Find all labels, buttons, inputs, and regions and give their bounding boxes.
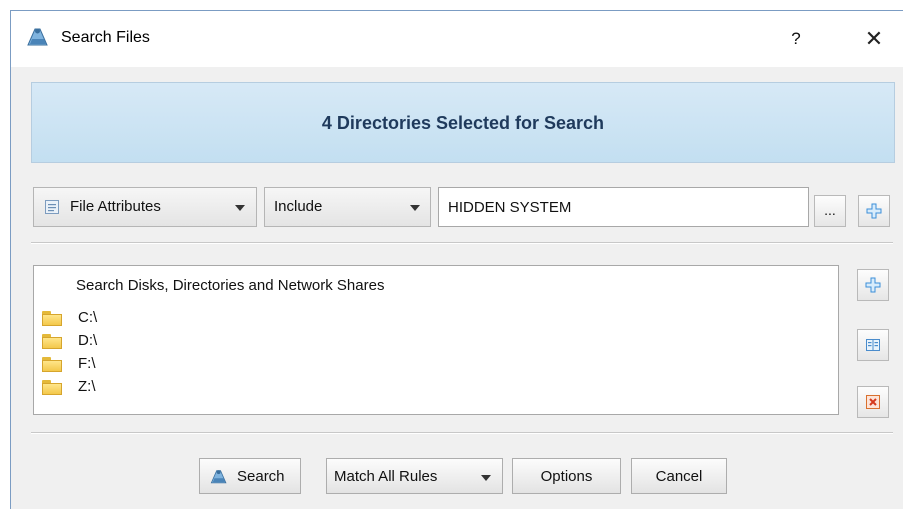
search-files-dialog: Search Files ? ✕ 4 Directories Selected …	[10, 10, 903, 509]
folder-icon	[42, 334, 62, 349]
search-button-label: Search	[237, 468, 285, 485]
file-attributes-icon	[45, 200, 59, 214]
match-rules-label: Match All Rules	[334, 468, 438, 485]
title-bar[interactable]: Search Files ? ✕	[11, 11, 903, 67]
folder-icon	[42, 311, 62, 326]
list-header: Search Disks, Directories and Network Sh…	[76, 277, 385, 294]
help-icon: ?	[791, 29, 801, 48]
app-logo-icon	[27, 28, 48, 46]
list-item[interactable]: C:\	[42, 308, 342, 330]
close-icon: ✕	[864, 26, 884, 51]
list-item[interactable]: D:\	[42, 331, 342, 353]
file-attributes-label: File Attributes	[70, 198, 161, 215]
chevron-down-icon	[235, 205, 245, 211]
delete-icon	[866, 395, 880, 409]
attribute-value-field[interactable]	[439, 188, 808, 226]
list-item[interactable]: Z:\	[42, 377, 342, 399]
add-location-button[interactable]	[857, 269, 889, 301]
edit-locations-button[interactable]	[857, 329, 889, 361]
chevron-down-icon	[481, 475, 491, 481]
window-title: Search Files	[61, 29, 150, 46]
file-attributes-combo[interactable]: File Attributes	[33, 187, 257, 227]
cancel-button[interactable]: Cancel	[631, 458, 727, 494]
plus-icon	[866, 203, 882, 219]
location-label: F:\	[78, 355, 96, 372]
search-button[interactable]: Search	[199, 458, 301, 494]
divider	[31, 432, 893, 434]
list-item[interactable]: F:\	[42, 354, 342, 376]
browse-button[interactable]: ...	[814, 195, 846, 227]
options-button[interactable]: Options	[512, 458, 621, 494]
attribute-value-input[interactable]	[438, 187, 809, 227]
cancel-button-label: Cancel	[655, 468, 703, 485]
location-label: Z:\	[78, 378, 96, 395]
divider	[31, 242, 893, 244]
remove-location-button[interactable]	[857, 386, 889, 418]
folder-icon	[42, 357, 62, 372]
location-label: C:\	[78, 309, 98, 326]
folder-icon	[42, 380, 62, 395]
search-locations-list[interactable]: Search Disks, Directories and Network Sh…	[33, 265, 839, 415]
close-button[interactable]: ✕	[859, 25, 889, 53]
options-button-label: Options	[540, 468, 593, 485]
chevron-down-icon	[410, 205, 420, 211]
include-label: Include	[274, 198, 323, 215]
selection-banner: 4 Directories Selected for Search	[31, 82, 895, 163]
columns-icon	[866, 339, 880, 351]
ellipsis-label: ...	[824, 202, 836, 218]
plus-icon	[865, 277, 881, 293]
search-logo-icon	[210, 470, 227, 484]
add-rule-button[interactable]	[858, 195, 890, 227]
include-combo[interactable]: Include	[264, 187, 431, 227]
location-label: D:\	[78, 332, 98, 349]
help-button[interactable]: ?	[781, 25, 811, 53]
match-rules-button[interactable]: Match All Rules	[326, 458, 503, 494]
banner-text: 4 Directories Selected for Search	[321, 113, 605, 133]
